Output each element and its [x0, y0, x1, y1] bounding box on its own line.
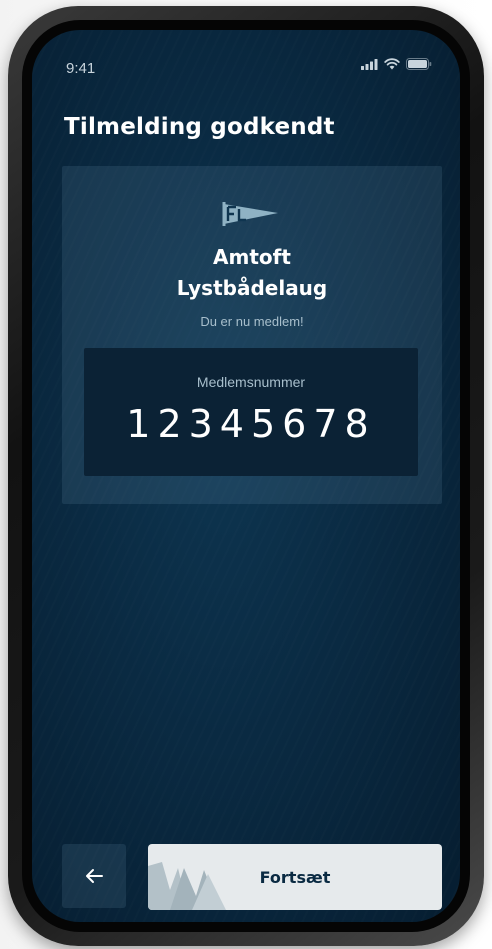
member-number: 12345678 — [126, 402, 376, 446]
continue-button-label: Fortsæt — [259, 867, 331, 887]
membership-status: Du er nu medlem! — [200, 314, 304, 329]
cellular-signal-icon — [361, 58, 378, 70]
arrow-left-icon — [86, 869, 103, 883]
status-icons — [361, 58, 432, 70]
back-button[interactable] — [62, 844, 126, 908]
club-name: Amtoft Lystbådelaug — [62, 242, 442, 304]
app-screen: 9:41 Tilmelding godkendt Amtoft Lystbåde… — [32, 30, 460, 922]
battery-icon — [406, 58, 432, 70]
club-name-line1: Amtoft — [213, 245, 291, 269]
status-time: 9:41 — [66, 60, 96, 77]
status-bar: 9:41 — [32, 30, 460, 80]
club-name-line2: Lystbådelaug — [176, 276, 328, 300]
member-number-label: Medlemsnummer — [196, 374, 306, 390]
page: 9:41 Tilmelding godkendt Amtoft Lystbåde… — [0, 0, 492, 949]
phone-frame: 9:41 Tilmelding godkendt Amtoft Lystbåde… — [8, 6, 484, 946]
phone-bezel: 9:41 Tilmelding godkendt Amtoft Lystbåde… — [22, 20, 470, 932]
page-title: Tilmelding godkendt — [64, 114, 335, 140]
club-card: Amtoft Lystbådelaug Du er nu medlem! Med… — [62, 166, 442, 504]
member-number-box: Medlemsnummer 12345678 — [84, 348, 418, 476]
continue-button[interactable]: Fortsæt — [148, 844, 442, 910]
wifi-icon — [384, 58, 400, 70]
pennant-flag-icon — [222, 202, 278, 226]
